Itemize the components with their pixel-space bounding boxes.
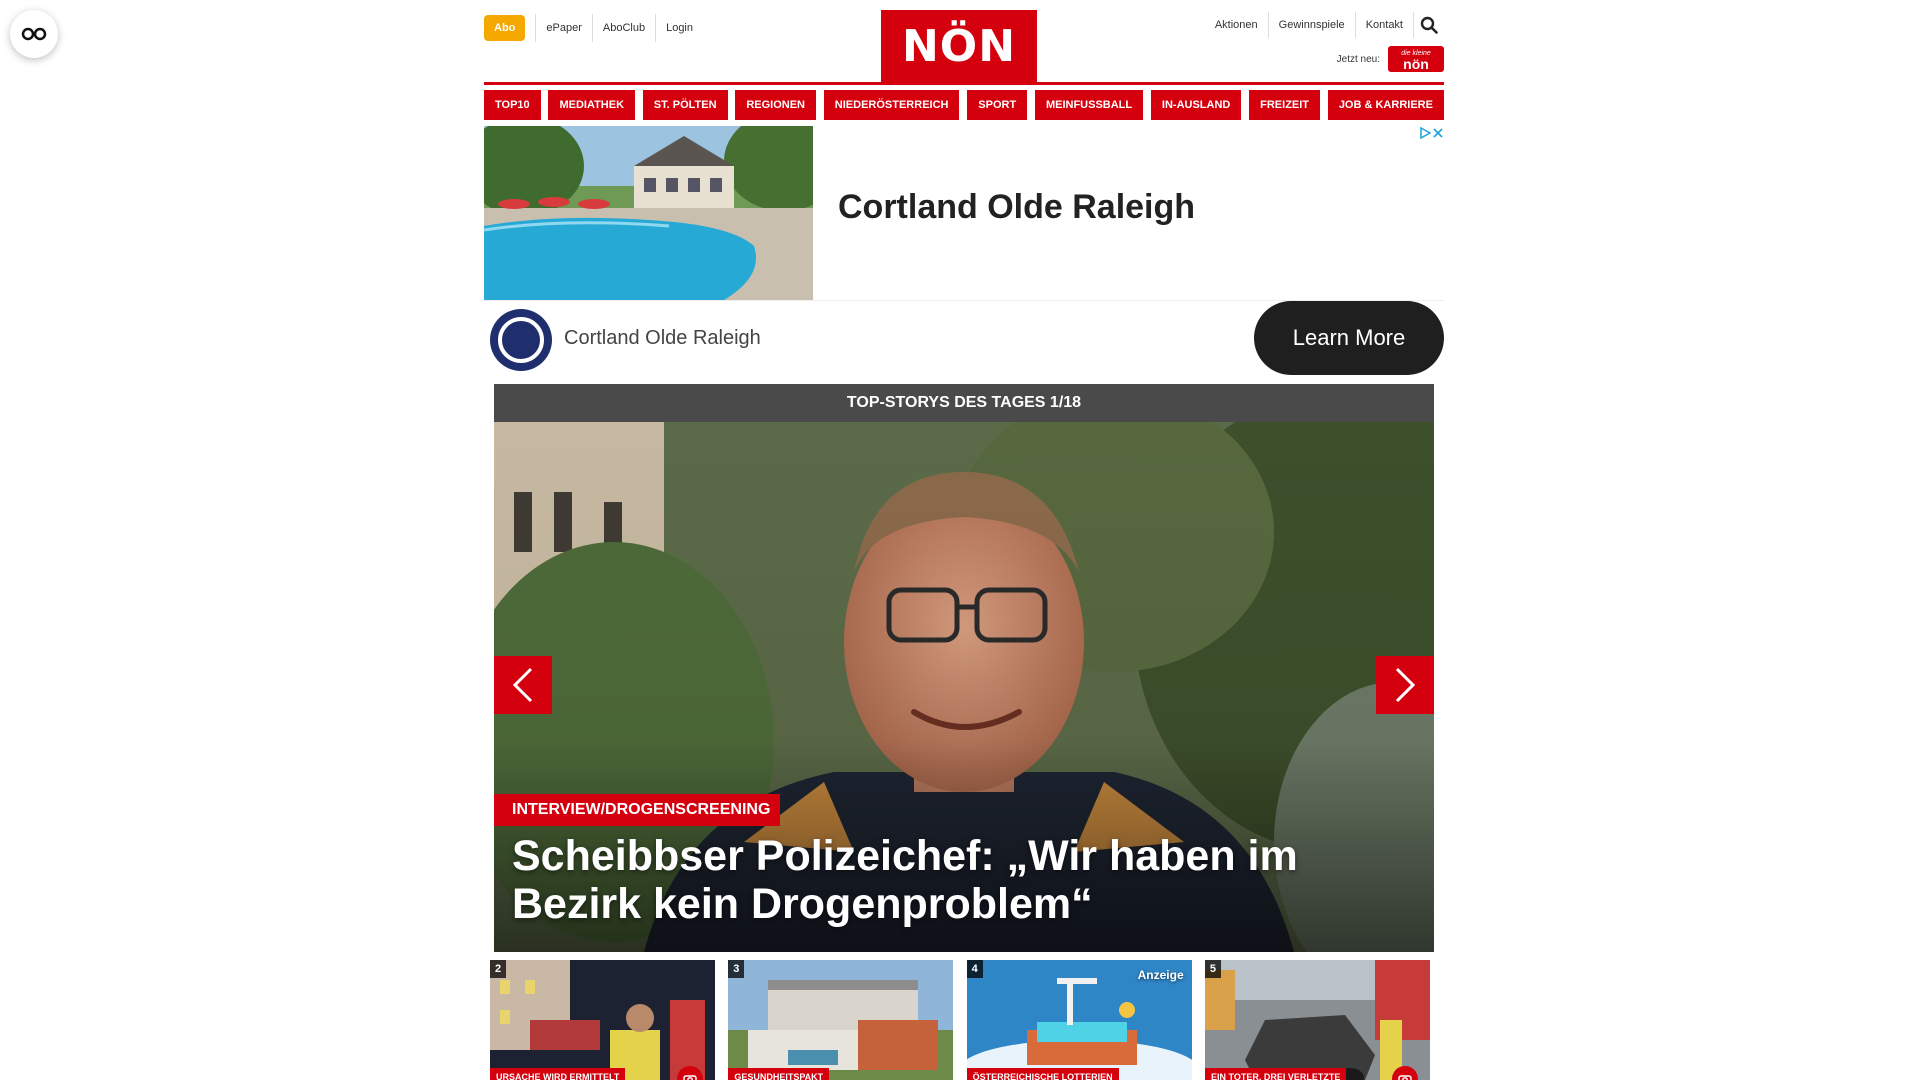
search-icon[interactable] [1414, 12, 1444, 38]
nav-item-mediathek[interactable]: MEDIATHEK [548, 90, 636, 120]
aboclub-link[interactable]: AboClub [591, 14, 655, 42]
thumbnail-number: 3 [728, 960, 745, 978]
nav-item-freizeit[interactable]: FREIZEIT [1249, 90, 1321, 120]
accessibility-button[interactable] [10, 10, 58, 58]
thumbnail-number: 4 [966, 960, 983, 978]
carousel-prev-button[interactable] [494, 656, 552, 714]
ad-brand-logo-ring [498, 317, 544, 363]
site-logo[interactable]: NÖN [881, 10, 1037, 82]
ad-brand-logo[interactable] [490, 309, 552, 371]
thumbnail-number: 5 [1204, 960, 1221, 978]
story-thumbnail[interactable]: 3 GESUNDHEITSPAKT [728, 960, 954, 1080]
jetzt-neu-promo[interactable]: Jetzt neu: die kleine nön [1337, 46, 1444, 72]
thumbnail-caption[interactable]: URSACHE WIRD ERMITTELT [490, 1068, 626, 1080]
kontakt-link[interactable]: Kontakt [1356, 12, 1414, 38]
story-thumbnail[interactable]: 5 EIN TOTER, DREI VERLETZTE [1204, 960, 1430, 1080]
header-left-links: Abo ePaper AboClub Login [484, 14, 703, 42]
story-thumbnail[interactable]: 2 URSACHE WIRD ERMITTELT [490, 960, 715, 1080]
gewinnspiele-link[interactable]: Gewinnspiele [1269, 12, 1356, 38]
glasses-icon [21, 27, 47, 41]
thumbnail-image [490, 960, 715, 1080]
hero-story[interactable]: INTERVIEW/DROGENSCREENING Scheibbser Pol… [494, 422, 1434, 952]
adchoices-icon[interactable] [1418, 126, 1431, 139]
sponsored-label: Anzeige [1137, 968, 1184, 982]
main-nav: TOP10 MEDIATHEK ST. PÖLTEN REGIONEN NIED… [484, 90, 1444, 120]
kleine-noen-logo[interactable]: die kleine nön [1388, 46, 1444, 72]
ad-brand-name[interactable]: Cortland Olde Raleigh [564, 327, 761, 350]
advertisement-banner[interactable]: Cortland Olde Raleigh Cortland Olde Rale… [484, 126, 1444, 384]
nav-item-regionen[interactable]: REGIONEN [735, 90, 817, 120]
aktionen-link[interactable]: Aktionen [1205, 12, 1269, 38]
ad-footer: Cortland Olde Raleigh Learn More [484, 300, 1444, 384]
thumbnail-caption[interactable]: ÖSTERREICHISCHE LOTTERIEN [966, 1068, 1119, 1080]
nav-item-job-karriere[interactable]: JOB & KARRIERE [1327, 90, 1444, 120]
nav-item-niederoesterreich[interactable]: NIEDERÖSTERREICH [823, 90, 960, 120]
jetzt-neu-label: Jetzt neu: [1336, 53, 1380, 65]
nav-item-top10[interactable]: TOP10 [484, 90, 541, 120]
header-divider [484, 82, 1444, 85]
learn-more-button[interactable]: Learn More [1254, 301, 1444, 375]
ad-headline[interactable]: Cortland Olde Raleigh [838, 188, 1195, 227]
nav-item-sport[interactable]: SPORT [967, 90, 1028, 120]
page-container: Abo ePaper AboClub Login NÖN Aktionen Ge… [484, 0, 1444, 952]
header: Abo ePaper AboClub Login NÖN Aktionen Ge… [484, 0, 1444, 85]
close-ad-icon[interactable] [1431, 126, 1444, 139]
story-thumbnails: 2 URSACHE WIRD ERMITTELT 3 GESUNDHEITSPA… [490, 960, 1430, 1080]
ad-pool-image[interactable] [484, 126, 813, 300]
chevron-right-icon [1395, 667, 1416, 703]
nav-item-in-ausland[interactable]: IN-AUSLAND [1150, 90, 1242, 120]
kleine-noen-logo-bottom: nön [1403, 56, 1429, 72]
thumbnail-caption[interactable]: GESUNDHEITSPAKT [728, 1068, 830, 1080]
carousel-next-button[interactable] [1376, 656, 1434, 714]
header-right-links: Aktionen Gewinnspiele Kontakt [1205, 12, 1444, 38]
nav-item-st-poelten[interactable]: ST. PÖLTEN [642, 90, 728, 120]
thumbnail-number: 2 [490, 960, 506, 978]
login-link[interactable]: Login [655, 14, 703, 42]
nav-item-meinfussball[interactable]: MEINFUSSBALL [1034, 90, 1144, 120]
hero-headline[interactable]: Scheibbser Polizeichef: „Wir haben im Be… [512, 832, 1372, 928]
abo-button[interactable]: Abo [484, 15, 526, 41]
thumbnail-caption[interactable]: EIN TOTER, DREI VERLETZTE [1204, 1068, 1347, 1080]
top-stories: TOP-STORYS DES TAGES 1/18 INTERVIEW/DROG… [494, 384, 1434, 952]
thumbnail-image [728, 960, 954, 1080]
ad-choices[interactable] [1418, 126, 1444, 139]
chevron-left-icon [512, 667, 533, 703]
hero-category-tag[interactable]: INTERVIEW/DROGENSCREENING [494, 794, 781, 826]
epaper-link[interactable]: ePaper [535, 14, 591, 42]
story-thumbnail[interactable]: 4 Anzeige ÖSTERREICHISCHE LOTTERIEN [966, 960, 1192, 1080]
thumbnail-image [1204, 960, 1430, 1080]
top-stories-heading: TOP-STORYS DES TAGES 1/18 [494, 384, 1434, 422]
